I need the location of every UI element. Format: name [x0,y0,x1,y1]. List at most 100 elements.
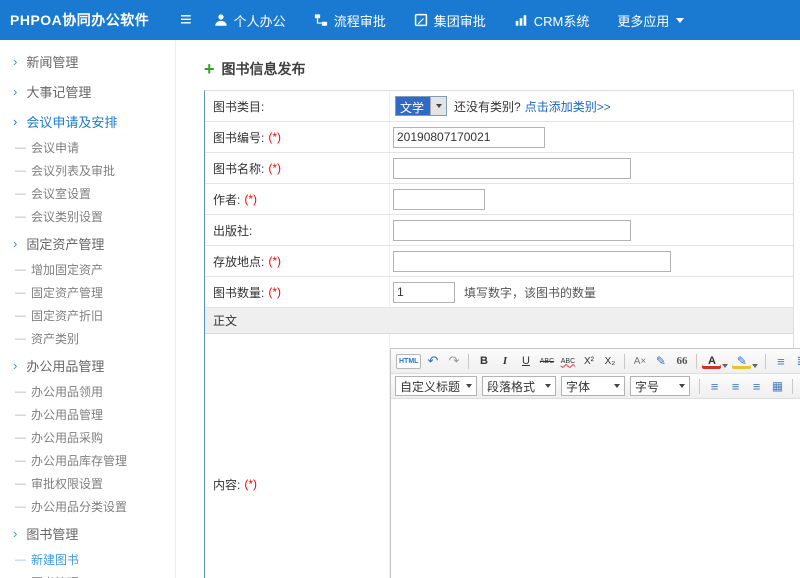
add-category-link[interactable]: 点击添加类别>> [525,98,611,115]
align-left-button[interactable]: ≡ [705,377,724,396]
nav-process-approval[interactable]: 流程审批 [314,11,386,30]
dash-icon: — [15,165,26,177]
sidebar-item-meeting-room[interactable]: —会议室设置 [0,182,175,205]
required-marker: (*) [268,254,281,268]
sidebar-item-meeting-apply[interactable]: — 会议申请 [0,136,175,159]
author-input[interactable] [393,189,485,210]
chevron-down-icon[interactable] [722,364,728,368]
nav-personal-office[interactable]: 个人办公 [214,11,286,30]
dash-icon: — [15,455,26,467]
main-content: + 图书信息发布 图书类目: 文学 还没有类别? 点击添加类别>> [176,40,800,578]
dash-icon: — [15,142,26,154]
sidebar-item-supplies-category[interactable]: —办公用品分类设置 [0,495,175,518]
quantity-input[interactable] [393,282,455,303]
format-painter-button[interactable]: ✎ [651,352,670,371]
dash-icon: — [15,554,26,566]
required-marker: (*) [268,285,281,299]
chevron-right-icon: › [13,54,17,69]
sidebar-item-supplies-claim[interactable]: —办公用品领用 [0,380,175,403]
strikethrough-button[interactable]: ABC [537,352,556,371]
insert-table-button[interactable]: ▦ [768,377,787,396]
sidebar-group-news[interactable]: ›新闻管理 [0,46,175,76]
superscript-button[interactable]: X² [579,352,598,371]
sidebar-item-book-manage[interactable]: —图书管理 [0,571,175,578]
sidebar-item-supplies-purchase[interactable]: —办公用品采购 [0,426,175,449]
toolbar-separator [624,354,625,369]
editor-toolbar-row1: HTML ↶ ↷ B I U ABC ABC X² X₂ A [391,349,800,374]
edit-square-icon [414,13,428,27]
remove-format-button[interactable]: A× [630,352,649,371]
undo-button[interactable]: ↶ [423,352,442,371]
redo-button[interactable]: ↷ [444,352,463,371]
sidebar-item-asset-manage[interactable]: —固定资产管理 [0,281,175,304]
numbered-list-button[interactable]: ≣ [792,352,800,371]
sidebar-item-label: 增加固定资产 [31,261,103,278]
sidebar-group-label: 会议申请及安排 [26,112,117,131]
sidebar-group-events[interactable]: ›大事记管理 [0,76,175,106]
sidebar-item-meeting-category[interactable]: —会议类别设置 [0,205,175,228]
field-label: 图书类目: [213,98,264,115]
toolbar-separator [792,379,793,394]
hamburger-menu-icon[interactable]: ≡ [180,10,192,30]
sidebar-item-asset-add[interactable]: —增加固定资产 [0,258,175,281]
chevron-right-icon: › [13,84,17,99]
person-icon [214,13,228,27]
align-center-button[interactable]: ≡ [726,377,745,396]
select-arrow-icon [430,97,446,115]
font-color-button[interactable]: A [702,353,721,369]
font-size-select[interactable]: 字号 [630,376,690,396]
italic-button[interactable]: I [495,352,514,371]
sidebar-group-meeting[interactable]: › 会议申请及安排 [0,106,175,136]
editor-content-area[interactable] [391,399,800,578]
custom-title-select[interactable]: 自定义标题 [395,376,477,396]
select-label: 段落格式 [487,378,535,395]
toolbar-separator [765,354,766,369]
sidebar-item-label: 会议申请 [31,139,79,156]
sidebar-item-supplies-manage[interactable]: —办公用品管理 [0,403,175,426]
paragraph-format-select[interactable]: 段落格式 [482,376,556,396]
form-row-location: 存放地点: (*) [205,246,793,277]
underline-button[interactable]: U [516,352,535,371]
dash-icon: — [15,310,26,322]
location-input[interactable] [393,251,671,272]
sidebar-item-supplies-inventory[interactable]: — 办公用品库存管理 [0,449,175,472]
sidebar-item-asset-depreciation[interactable]: —固定资产折旧 [0,304,175,327]
chevron-down-icon [614,384,620,388]
source-code-button[interactable]: HTML [396,354,421,369]
sidebar-item-asset-category[interactable]: —资产类别 [0,327,175,350]
align-right-button[interactable]: ≡ [747,377,766,396]
bullet-list-button[interactable]: ≡ [771,352,790,371]
dash-icon: — [15,501,26,513]
chevron-right-icon: › [13,114,17,129]
book-name-input[interactable] [393,158,631,179]
nav-group-approval[interactable]: 集团审批 [414,11,486,30]
form-row-author: 作者: (*) [205,184,793,215]
nav-more-apps[interactable]: 更多应用 [617,11,684,30]
field-label: 作者: [213,191,240,208]
sidebar-group-assets[interactable]: ›固定资产管理 [0,228,175,258]
spellcheck-button[interactable]: ABC [558,352,577,371]
nav-crm-system[interactable]: CRM系统 [514,11,590,30]
plus-icon: + [204,60,215,78]
highlight-color-button[interactable]: ✎ [732,353,751,369]
book-category-select[interactable]: 文学 [395,96,447,116]
font-family-select[interactable]: 字体 [561,376,625,396]
book-number-input[interactable] [393,127,545,148]
flow-icon [314,13,328,27]
sidebar-item-label: 办公用品库存管理 [31,452,127,469]
chevron-down-icon[interactable] [752,364,758,368]
form-row-book-name: 图书名称: (*) [205,153,793,184]
sidebar-item-book-new[interactable]: —新建图书 [0,548,175,571]
dash-icon: — [15,478,26,490]
subscript-button[interactable]: X₂ [600,352,619,371]
section-header-label: 正文 [213,312,237,329]
bold-button[interactable]: B [474,352,493,371]
toolbar-separator [696,354,697,369]
sidebar-group-books[interactable]: ›图书管理 [0,518,175,548]
app-logo: PHPOA协同办公软件 [0,10,176,30]
publisher-input[interactable] [393,220,631,241]
sidebar-group-supplies[interactable]: ›办公用品管理 [0,350,175,380]
sidebar-item-approval-permission[interactable]: —审批权限设置 [0,472,175,495]
blockquote-button[interactable]: 66 [672,352,691,371]
sidebar-item-meeting-list[interactable]: —会议列表及审批 [0,159,175,182]
